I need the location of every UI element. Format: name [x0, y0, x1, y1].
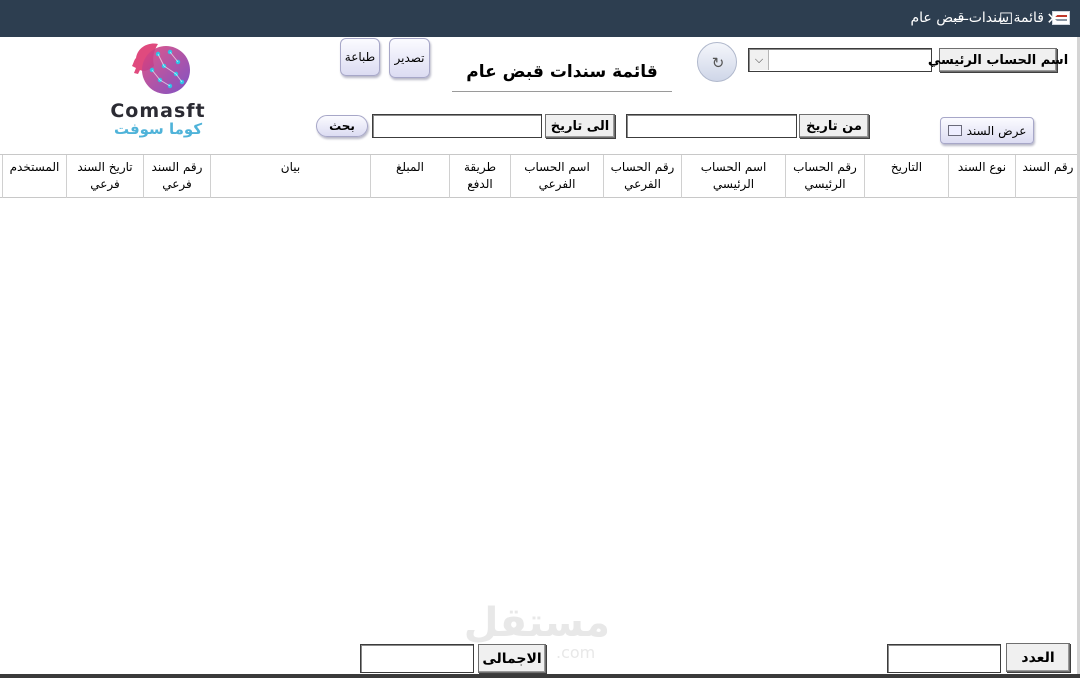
column-header-line2: الرئيسي — [712, 177, 755, 191]
column-header[interactable]: المبلغ — [370, 155, 449, 198]
watermark-text: مستقل — [463, 600, 610, 646]
column-header-line1: طريقة — [463, 160, 496, 174]
column-header[interactable]: طريقة الدفع — [449, 155, 510, 198]
logo-name-en: Comasft — [110, 100, 206, 122]
document-icon — [947, 125, 962, 136]
column-header-line1: المبلغ — [396, 160, 424, 174]
column-header[interactable]: المستخدم — [2, 155, 66, 198]
column-header-line1: رقم السند — [151, 160, 203, 174]
maximize-button[interactable]: ☐ — [983, 0, 1029, 37]
column-header-line1: رقم الحساب — [793, 160, 857, 174]
column-header-line1: رقم الحساب — [610, 160, 675, 174]
to-date-input[interactable] — [372, 114, 542, 138]
logo-graphic — [128, 40, 192, 102]
minimize-button[interactable]: — — [938, 0, 984, 37]
column-header[interactable]: رقم الحساب الرئيسي — [785, 155, 864, 198]
main-account-label: اسم الحساب الرئيسي — [928, 48, 1068, 72]
column-header-line2: فرعي — [90, 177, 120, 191]
total-label: الاجمالى — [478, 644, 546, 673]
column-header-line1: تاريخ السند — [77, 160, 133, 174]
view-voucher-button[interactable]: عرض السند — [940, 117, 1034, 144]
column-header-line2: فرعي — [162, 177, 192, 191]
from-date-input[interactable] — [626, 114, 797, 138]
column-header-line2: الرئيسي — [804, 177, 846, 191]
main-account-combobox[interactable]: ⌵ — [748, 48, 932, 72]
logo-name-ar: كوما سوفت — [113, 120, 203, 138]
chevron-down-icon[interactable]: ⌵ — [750, 50, 769, 70]
count-value-box — [887, 644, 1001, 673]
search-button[interactable]: بحث — [316, 115, 368, 137]
column-header-line1: المستخدم — [9, 160, 60, 174]
bottom-edge — [0, 674, 1080, 678]
column-header-line2: الفرعي — [538, 177, 576, 191]
column-header-line1: بيان — [280, 160, 301, 174]
watermark-domain: .com — [556, 643, 596, 662]
column-header[interactable]: التاريخ — [864, 155, 948, 198]
from-date-label: من تاريخ — [799, 114, 869, 138]
column-header[interactable]: اسم الحساب الرئيسي — [681, 155, 785, 198]
window-title-bar: قائمة سندات قبض عام — ☐ ✕ — [0, 0, 1080, 37]
refresh-icon: ↻ — [711, 54, 725, 72]
total-value-box — [360, 644, 474, 673]
column-header[interactable]: اسم الحساب الفرعي — [510, 155, 603, 198]
print-button[interactable]: طباعة — [340, 38, 380, 76]
column-header-line1: رقم السند — [1022, 160, 1074, 174]
column-header-line1: نوع السند — [957, 160, 1007, 174]
view-voucher-label: عرض السند — [966, 123, 1027, 138]
to-date-label: الى تاريخ — [545, 114, 615, 138]
table-header-row: رقم السند نوع السند التاريخ رقم الحساب الرئي… — [0, 154, 1080, 198]
column-header-line1: التاريخ — [890, 160, 923, 174]
column-header[interactable]: رقم السند فرعي — [143, 155, 210, 198]
column-header-line2: الفرعي — [624, 177, 661, 191]
column-header-line1: اسم الحساب — [700, 160, 767, 174]
column-header[interactable]: رقم الحساب الفرعي — [603, 155, 681, 198]
column-header[interactable]: رقم السند — [1015, 155, 1080, 198]
column-header-line2: الدفع — [467, 177, 493, 191]
refresh-button[interactable]: ↻ — [697, 42, 737, 82]
column-header-line1: اسم الحساب — [524, 160, 590, 174]
table-body[interactable] — [0, 198, 1078, 638]
column-header[interactable]: نوع السند — [948, 155, 1015, 198]
close-button[interactable]: ✕ — [1030, 0, 1076, 37]
page-heading: قائمة سندات قبض عام — [452, 62, 672, 92]
column-header[interactable]: تاريخ السند فرعي — [66, 155, 143, 198]
count-label: العدد — [1006, 643, 1070, 672]
column-header[interactable]: بيان — [210, 155, 370, 198]
export-button[interactable]: تصدير — [389, 38, 430, 78]
